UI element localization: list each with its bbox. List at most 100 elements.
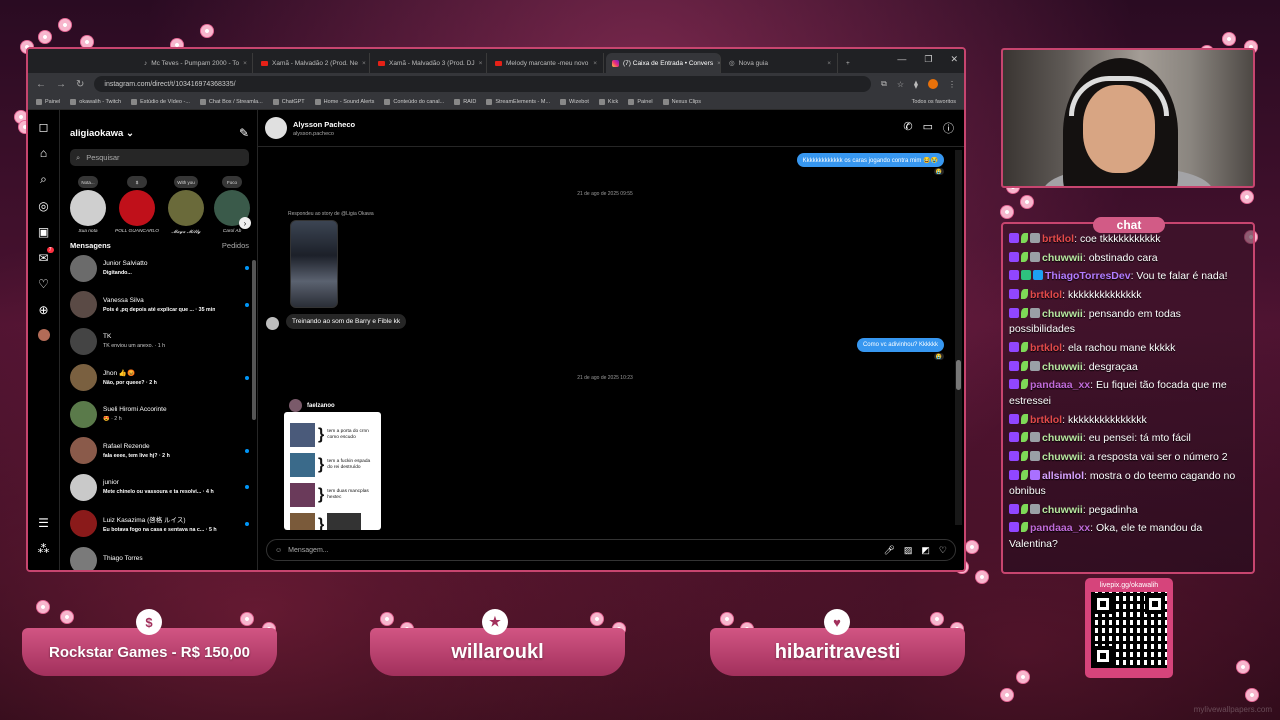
create-icon[interactable]: ⊕ <box>38 303 48 317</box>
chat-username[interactable]: chuwwii <box>1042 504 1083 516</box>
profile-avatar[interactable] <box>928 79 938 89</box>
chat-username[interactable]: pandaaa_xx <box>1030 379 1090 391</box>
conversation-item[interactable]: Rafael Rezende fala eeee, tem live hj? · … <box>70 433 249 470</box>
url-input[interactable]: instagram.com/direct/t/103416974368335/ <box>94 76 872 92</box>
story-thumbnail[interactable] <box>290 220 338 308</box>
new-tab-button[interactable]: + <box>840 53 860 73</box>
video-call-icon[interactable]: ▭ <box>923 120 933 136</box>
chat-username[interactable]: chuwwii <box>1042 432 1083 444</box>
chat-username[interactable]: brtklol <box>1042 233 1074 245</box>
more-menu-icon[interactable]: ☰ <box>38 516 49 530</box>
note-item[interactable]: Nota... Sua nota <box>70 176 106 235</box>
message-composer[interactable]: ☺ Mensagem... 🎤︎ ▨ ◩ ♡ <box>266 539 956 561</box>
browser-tab-active[interactable]: (7) Caixa de Entrada • Convers × <box>606 53 721 73</box>
sticker-icon[interactable]: ◩ <box>921 545 930 556</box>
extensions-icon[interactable]: ⧫ <box>914 80 918 89</box>
chat-username[interactable]: chuwwii <box>1042 451 1083 463</box>
bookmark-item[interactable]: Nexus Clips <box>662 99 701 105</box>
bookmark-item[interactable]: StreamElements - M... <box>486 99 550 105</box>
conversation-item[interactable]: TK TK enviou um anexo. · 1 h <box>70 323 249 360</box>
profile-avatar[interactable] <box>37 329 50 341</box>
note-item[interactable]: With you 𝓜𝓪𝔂𝓪 𝓜𝓲𝓵𝓵𝔂 <box>168 176 204 235</box>
chat-username[interactable]: allsimlol <box>1042 470 1084 482</box>
chat-scrollbar[interactable] <box>955 150 962 525</box>
home-icon[interactable]: ⌂ <box>40 146 47 160</box>
conversation-item[interactable]: Jhon 👍😡 Não, por queee? · 2 h <box>70 360 249 397</box>
chat-username[interactable]: chuwwii <box>1042 308 1083 320</box>
scrollbar-thumb[interactable] <box>956 360 961 390</box>
close-tab-icon[interactable]: × <box>827 60 831 67</box>
microphone-icon[interactable]: 🎤︎ <box>883 545 894 556</box>
emoji-icon[interactable]: ☺ <box>275 547 282 554</box>
close-tab-icon[interactable]: × <box>243 60 247 67</box>
image-icon[interactable]: ▨ <box>904 545 913 556</box>
browser-tab[interactable]: ♪ Mc Teves - Pumpam 2000 - To × <box>138 53 253 73</box>
conversation-item[interactable]: Thiago Torres <box>70 542 249 570</box>
conversation-item[interactable]: junior Mete chinelo ou vassoura e ta reso… <box>70 469 249 506</box>
new-message-icon[interactable]: ✎ <box>239 126 249 140</box>
bookmark-item[interactable]: Wizebot <box>560 99 589 105</box>
note-item[interactable]: $ POLL GUANCARLO <box>115 176 159 235</box>
browser-tab[interactable]: Xamã - Malvadão 3 (Prod. DJ × <box>372 53 487 73</box>
shared-post-image[interactable]: } tem a porta do crnn como escudo } tem a … <box>284 412 381 530</box>
chat-username[interactable]: brtklol <box>1030 342 1062 354</box>
browser-tab[interactable]: ◎ Nova guia × <box>723 53 838 73</box>
maximize-icon[interactable]: ❐ <box>924 54 932 65</box>
bookmark-item[interactable]: Kick <box>598 99 618 105</box>
reaction-badge[interactable]: 😭 <box>934 353 944 360</box>
info-icon[interactable]: ⓘ <box>943 120 954 136</box>
star-icon[interactable]: ☆ <box>897 80 904 89</box>
phone-icon[interactable]: ✆ <box>903 120 912 136</box>
instagram-logo-icon[interactable]: ◻ <box>39 120 49 134</box>
outgoing-message[interactable]: Kkkkkkkkkkkkk os caras jogando contra mi… <box>796 153 944 167</box>
close-tab-icon[interactable]: × <box>479 60 483 67</box>
reload-icon[interactable]: ↻ <box>76 79 84 90</box>
chevron-right-icon[interactable]: › <box>239 217 251 229</box>
bookmark-item[interactable]: ChatGPT <box>272 99 305 105</box>
close-tab-icon[interactable]: × <box>593 60 597 67</box>
search-input[interactable]: ⌕ Pesquisar <box>70 149 249 166</box>
reaction-badge[interactable]: 😭 <box>934 168 944 175</box>
explore-icon[interactable]: ◎ <box>38 199 48 213</box>
bookmark-item[interactable]: Conteúdo do canal... <box>384 99 444 105</box>
chat-username[interactable]: ThiagoTorresDev <box>1045 270 1131 282</box>
menu-kebab-icon[interactable]: ⋮ <box>948 80 956 89</box>
chat-username[interactable]: pandaaa_xx <box>1030 522 1090 534</box>
browser-tab[interactable]: Melody marcante -meu novo × <box>489 53 604 73</box>
messages-icon[interactable]: ✉ 7 <box>38 247 54 265</box>
bookmark-item[interactable]: Home - Sound Alerts <box>314 99 374 105</box>
conversation-item[interactable]: Junior Salviatto Digitando... <box>70 250 249 287</box>
contact-avatar[interactable] <box>265 117 287 139</box>
also-from-meta-icon[interactable]: ⁂ <box>38 542 50 556</box>
notifications-icon[interactable]: ♡ <box>38 277 49 291</box>
outgoing-message[interactable]: Como vc adivinhou? Kkkkkk <box>856 338 944 352</box>
list-scrollbar[interactable] <box>252 260 256 420</box>
forward-icon[interactable]: → <box>56 79 66 90</box>
close-tab-icon[interactable]: × <box>362 60 366 67</box>
bookmark-item[interactable]: Chat Box / Streamla... <box>199 99 263 105</box>
shared-post-author[interactable]: faelzanoo <box>289 399 335 412</box>
contact-name[interactable]: Alysson Pacheco <box>293 120 355 129</box>
reels-icon[interactable]: ▣ <box>38 225 49 239</box>
conversation-item[interactable]: Vanessa Silva Pois é ,pq depois até expli… <box>70 287 249 324</box>
browser-tab[interactable]: Xamã - Malvadão 2 (Prod. Ne × <box>255 53 370 73</box>
chat-username[interactable]: chuwwii <box>1042 361 1083 373</box>
search-icon[interactable]: ⌕ <box>40 172 47 187</box>
chat-username[interactable]: brtklol <box>1030 414 1062 426</box>
bookmark-item[interactable]: RAID <box>454 99 476 105</box>
back-icon[interactable]: ← <box>36 79 46 90</box>
chat-username[interactable]: chuwwii <box>1042 252 1083 264</box>
close-window-icon[interactable]: ✕ <box>950 54 958 65</box>
close-tab-icon[interactable]: × <box>717 60 720 67</box>
install-icon[interactable]: ⧉ <box>881 79 887 89</box>
bookmark-item[interactable]: Estúdio de Vídeo -... <box>131 99 190 105</box>
account-switcher[interactable]: aligiaokawa ⌄ ✎ <box>70 124 249 142</box>
conversation-item[interactable]: Luiz Kasazima (啓格 ルイス) Eu botava fogo na … <box>70 506 249 543</box>
bookmark-item[interactable]: Painel <box>628 99 653 105</box>
chat-username[interactable]: brtklol <box>1030 289 1062 301</box>
all-bookmarks-link[interactable]: Todos os favoritos <box>912 99 956 105</box>
heart-icon[interactable]: ♡ <box>939 545 947 556</box>
requests-link[interactable]: Pedidos <box>222 241 249 250</box>
conversation-item[interactable]: Sueli Hiromi Accorinte 😍 · 2 h <box>70 396 249 433</box>
minimize-icon[interactable]: — <box>897 54 906 65</box>
